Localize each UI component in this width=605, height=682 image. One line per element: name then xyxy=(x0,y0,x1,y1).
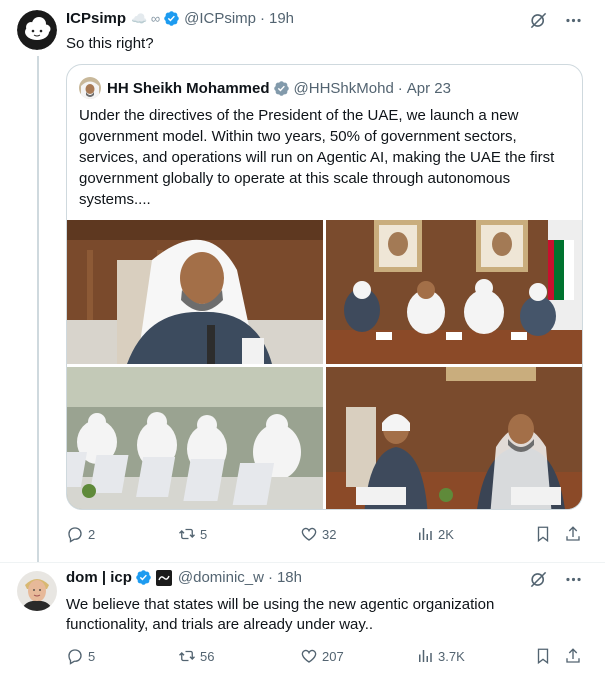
like-button[interactable]: 32 xyxy=(300,525,336,543)
dot-separator: · xyxy=(260,10,265,27)
like-count: 32 xyxy=(322,526,337,542)
tweet-actions-bar: 2 5 32 2K xyxy=(66,525,586,545)
grok-icon[interactable] xyxy=(529,11,548,30)
thread-connector-line xyxy=(37,56,39,562)
name-badges: ☁️ ∞ xyxy=(131,10,161,26)
quoted-tweet-card[interactable]: HH Sheikh Mohammed @HHShkMohd · Apr 23 U… xyxy=(66,64,583,510)
quoted-photo-1[interactable] xyxy=(67,220,323,364)
bookmark-button[interactable] xyxy=(534,525,552,543)
avatar-hhshkmohd[interactable] xyxy=(79,77,101,99)
reply-count: 5 xyxy=(88,648,96,664)
views-button[interactable]: 3.7K xyxy=(416,647,465,665)
repost-count: 56 xyxy=(200,648,215,664)
verified-badge-icon[interactable] xyxy=(163,10,180,27)
reply-icon xyxy=(68,649,82,665)
quoted-display-name[interactable]: HH Sheikh Mohammed xyxy=(107,80,270,97)
tweet-text: So this right? xyxy=(66,35,154,52)
affiliate-org-icon[interactable] xyxy=(155,569,172,586)
reply-button[interactable]: 2 xyxy=(66,525,95,543)
repost-button[interactable]: 56 xyxy=(178,647,214,665)
dot-separator: · xyxy=(397,79,403,97)
reply-icon xyxy=(68,527,82,543)
share-button[interactable] xyxy=(564,647,582,665)
grok-icon[interactable] xyxy=(529,570,548,589)
repost-count: 5 xyxy=(200,526,208,542)
gray-verified-badge-icon[interactable] xyxy=(273,80,290,97)
tweet-header: dom | icp @dominic_w · 18h xyxy=(66,569,302,586)
bookmark-icon xyxy=(537,648,549,665)
views-button[interactable]: 2K xyxy=(416,525,454,543)
quoted-photo-2[interactable] xyxy=(326,220,582,364)
reply-button[interactable]: 5 xyxy=(66,647,95,665)
views-chart-icon xyxy=(419,528,432,540)
bookmark-button[interactable] xyxy=(534,647,552,665)
avatar-dominic-w[interactable] xyxy=(17,571,57,611)
bookmark-icon xyxy=(537,526,549,543)
tweet-actions-bar: 5 56 207 3.7K xyxy=(66,647,586,667)
quoted-photo-3[interactable] xyxy=(67,367,323,509)
heart-icon xyxy=(301,527,317,541)
share-icon xyxy=(566,526,580,541)
avatar-icpsimp[interactable] xyxy=(17,10,57,50)
timestamp[interactable]: 19h xyxy=(269,10,294,27)
verified-badge-icon[interactable] xyxy=(135,569,152,586)
quoted-tweet-text: Under the directives of the President of… xyxy=(79,107,555,208)
share-button[interactable] xyxy=(564,525,582,543)
quoted-date[interactable]: Apr 23 xyxy=(407,80,451,97)
repost-button[interactable]: 5 xyxy=(178,525,207,543)
share-icon xyxy=(566,648,580,663)
handle[interactable]: @dominic_w xyxy=(178,569,264,586)
reply-count: 2 xyxy=(88,526,96,542)
tweet-text: We believe that states will be using the… xyxy=(66,596,495,633)
quoted-photo-4[interactable] xyxy=(326,367,582,509)
more-options-icon[interactable] xyxy=(564,570,583,589)
dot-separator: · xyxy=(267,569,273,586)
timestamp[interactable]: 18h xyxy=(277,569,302,586)
more-options-icon[interactable] xyxy=(564,11,583,30)
tweet-header: ICPsimp ☁️ ∞ @ICPsimp · 19h xyxy=(66,10,294,27)
handle[interactable]: @ICPsimp xyxy=(184,10,256,27)
repost-icon xyxy=(179,650,195,662)
repost-icon xyxy=(179,528,195,540)
quoted-tweet-header: HH Sheikh Mohammed @HHShkMohd · Apr 23 xyxy=(79,77,451,99)
views-count: 3.7K xyxy=(438,648,465,664)
like-button[interactable]: 207 xyxy=(300,647,344,665)
views-chart-icon xyxy=(419,650,432,662)
views-count: 2K xyxy=(438,526,454,542)
like-count: 207 xyxy=(322,648,344,664)
heart-icon xyxy=(301,649,317,663)
display-name[interactable]: ICPsimp xyxy=(66,10,126,27)
tweet-dominic-w[interactable]: dom | icp @dominic_w · 18h We believe th… xyxy=(0,562,605,665)
quoted-handle[interactable]: @HHShkMohd xyxy=(294,80,394,97)
display-name[interactable]: dom | icp xyxy=(66,569,132,586)
